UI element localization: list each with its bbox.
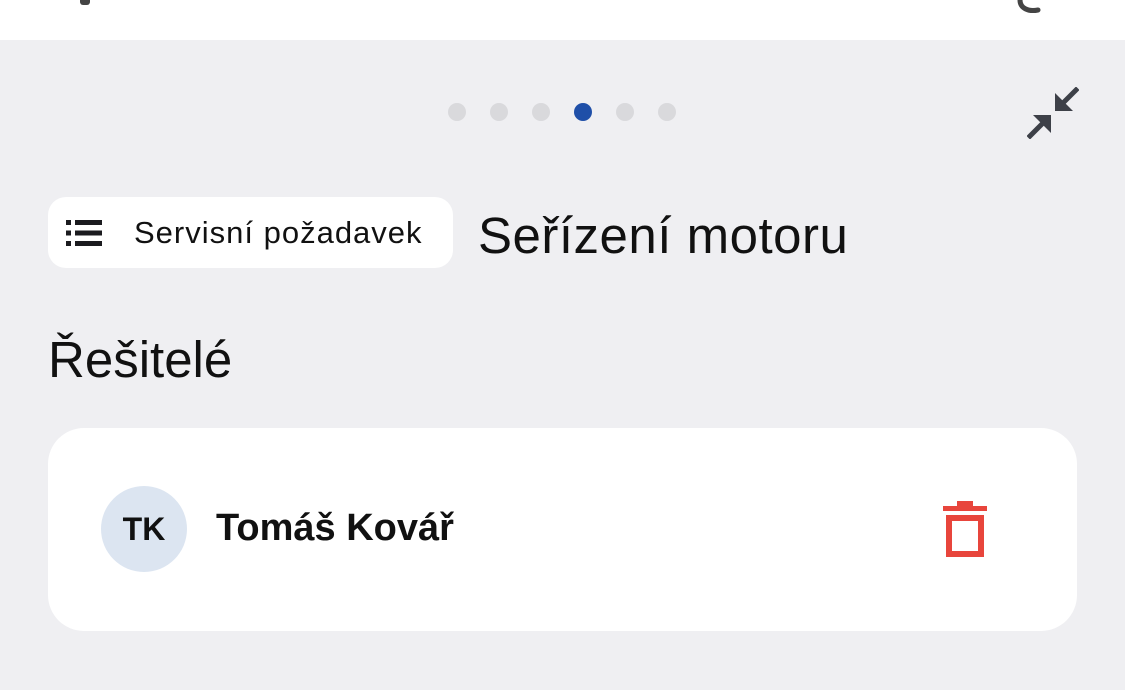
top-bar-left-icon[interactable] <box>80 0 90 5</box>
breadcrumb-chip-label: Servisní požadavek <box>134 214 423 250</box>
section-title-assignees: Řešitelé <box>48 331 233 388</box>
page-dot[interactable] <box>532 103 550 121</box>
page-dot-active[interactable] <box>574 103 592 121</box>
collapse-button[interactable] <box>1024 84 1082 142</box>
assignee-name: Tomáš Kovář <box>216 507 454 549</box>
page-indicator <box>448 102 676 122</box>
page-dot[interactable] <box>658 103 676 121</box>
trash-icon <box>943 501 987 557</box>
refresh-icon[interactable] <box>1016 0 1046 14</box>
collapse-arrows-icon <box>1027 87 1079 139</box>
assignee-card: TK Tomáš Kovář <box>48 428 1077 631</box>
list-icon <box>66 215 102 251</box>
page-dot[interactable] <box>616 103 634 121</box>
page-title: Seřízení motoru <box>478 207 849 264</box>
top-bar <box>0 0 1125 40</box>
avatar: TK <box>101 486 187 572</box>
page-dot[interactable] <box>490 103 508 121</box>
breadcrumb-chip[interactable]: Servisní požadavek <box>48 197 453 268</box>
delete-assignee-button[interactable] <box>930 494 1000 564</box>
page-dot[interactable] <box>448 103 466 121</box>
